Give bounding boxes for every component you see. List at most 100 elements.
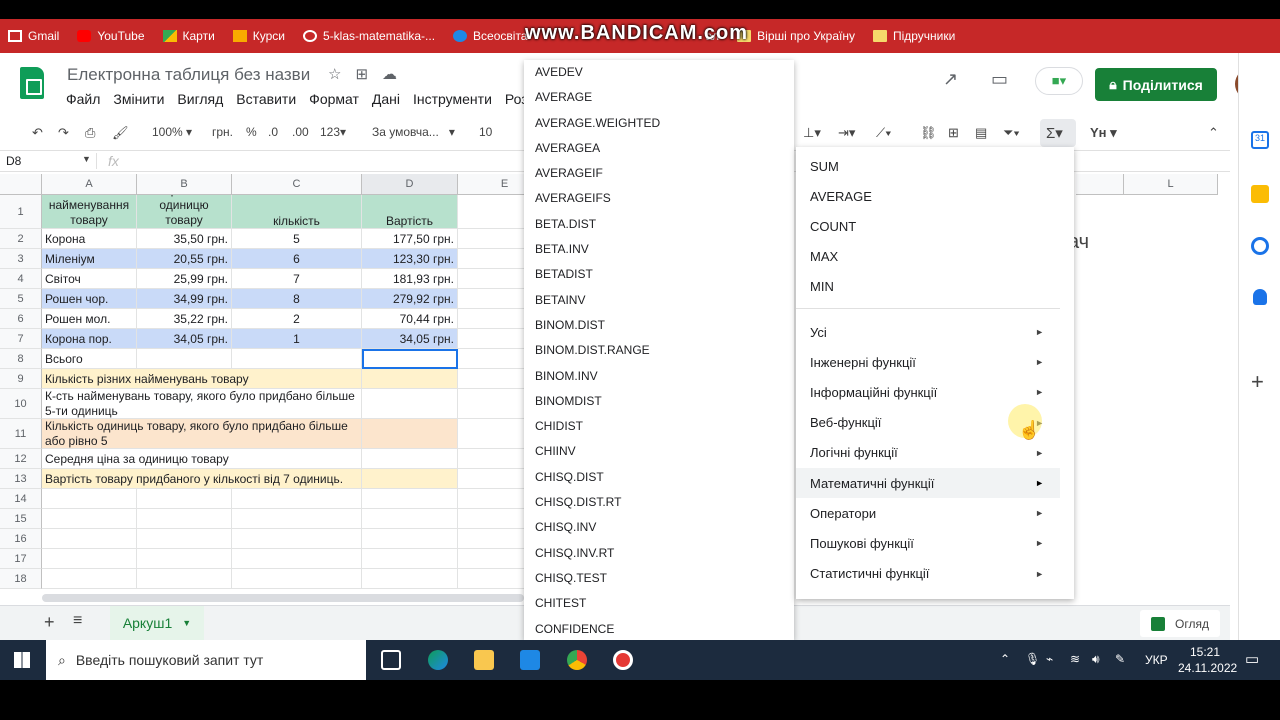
- comments-icon[interactable]: ▭: [991, 69, 1008, 90]
- bookmark-vseosvita[interactable]: Всеосвіта: [453, 29, 527, 43]
- function-item[interactable]: CHISQ.INV.RT: [524, 541, 794, 566]
- function-item[interactable]: BETADIST: [524, 262, 794, 287]
- menu-format[interactable]: Формат: [309, 91, 359, 107]
- cell-B6[interactable]: 35,22 грн.: [137, 309, 232, 329]
- cell-C6[interactable]: 2: [232, 309, 362, 329]
- microphone-icon[interactable]: 🎙︎: [1025, 652, 1040, 666]
- function-item[interactable]: AVERAGEIF: [524, 161, 794, 186]
- bookmark-poems[interactable]: Вірші про Україну: [737, 29, 855, 43]
- cell-D14[interactable]: [362, 489, 458, 509]
- decrease-decimal-button[interactable]: .0: [268, 125, 278, 139]
- column-header[interactable]: [1076, 174, 1124, 195]
- row-header[interactable]: 10: [0, 389, 42, 419]
- row-header[interactable]: 5: [0, 289, 42, 309]
- cell-D7[interactable]: 34,05 грн.: [362, 329, 458, 349]
- function-item[interactable]: BINOM.DIST: [524, 313, 794, 338]
- function-category-item[interactable]: Інформаційні функції ►: [796, 377, 1060, 407]
- cell-B17[interactable]: [137, 549, 232, 569]
- cell-B15[interactable]: [137, 509, 232, 529]
- bandicam-record-icon[interactable]: [613, 650, 633, 670]
- cell-D18[interactable]: [362, 569, 458, 589]
- function-category-item[interactable]: Логічні функції ►: [796, 438, 1060, 468]
- cell-D10[interactable]: [362, 389, 458, 419]
- cell-C3[interactable]: 6: [232, 249, 362, 269]
- function-item[interactable]: CHISQ.DIST.RT: [524, 490, 794, 515]
- input-tools-icon[interactable]: Yн ▾: [1090, 125, 1117, 141]
- function-item[interactable]: CONFIDENCE: [524, 617, 794, 640]
- file-explorer-icon[interactable]: [474, 650, 494, 670]
- currency-format-button[interactable]: грн.: [212, 125, 233, 139]
- collapse-icon[interactable]: ⌃: [1208, 125, 1219, 141]
- quick-function-sum[interactable]: SUM: [796, 151, 1060, 181]
- cell-C1[interactable]: кількість: [232, 195, 362, 229]
- taskbar-search[interactable]: ⌕ Введіть пошуковий запит тут: [46, 640, 366, 680]
- bookmark-gmail[interactable]: Gmail: [8, 29, 59, 43]
- cell-B2[interactable]: 35,50 грн.: [137, 229, 232, 249]
- windows-start-icon[interactable]: [14, 652, 30, 668]
- bookmark-courses[interactable]: Курси: [232, 29, 285, 43]
- row-header[interactable]: 3: [0, 249, 42, 269]
- sheets-logo-icon[interactable]: [20, 67, 44, 99]
- cell-D12[interactable]: [362, 449, 458, 469]
- cell-B4[interactable]: 25,99 грн.: [137, 269, 232, 289]
- function-item[interactable]: BINOM.DIST.RANGE: [524, 338, 794, 363]
- row-header[interactable]: 18: [0, 569, 42, 589]
- bookmark-maps[interactable]: Карти: [162, 29, 215, 43]
- row-header[interactable]: 1: [0, 195, 42, 229]
- cell-D8[interactable]: [362, 349, 458, 369]
- cell-A4[interactable]: Світоч: [42, 269, 137, 289]
- function-item[interactable]: CHIINV: [524, 439, 794, 464]
- function-item[interactable]: CHITEST: [524, 591, 794, 616]
- redo-icon[interactable]: ↷: [58, 125, 69, 141]
- function-category-item[interactable]: Пошукові функції ►: [796, 528, 1060, 558]
- paint-format-icon[interactable]: 🖌︎: [112, 125, 129, 141]
- wrap-icon[interactable]: ⇥▾: [838, 125, 855, 141]
- row-header[interactable]: 16: [0, 529, 42, 549]
- function-category-item[interactable]: Інженерні функції ►: [796, 347, 1060, 377]
- cell-C14[interactable]: [232, 489, 362, 509]
- menu-tools[interactable]: Інструменти: [413, 91, 492, 107]
- cell-D5[interactable]: 279,92 грн.: [362, 289, 458, 309]
- cell-A18[interactable]: [42, 569, 137, 589]
- cell-A14[interactable]: [42, 489, 137, 509]
- store-icon[interactable]: [520, 650, 540, 670]
- menu-file[interactable]: Файл: [66, 91, 100, 107]
- function-item[interactable]: AVERAGE: [524, 85, 794, 110]
- menu-view[interactable]: Вигляд: [177, 91, 223, 107]
- network-icon[interactable]: ⌁: [1046, 652, 1053, 666]
- cell-A12[interactable]: Середня ціна за одиницю товару: [42, 449, 362, 469]
- row-header[interactable]: 15: [0, 509, 42, 529]
- function-item[interactable]: CHIDIST: [524, 414, 794, 439]
- menu-insert[interactable]: Вставити: [236, 91, 296, 107]
- cell-A7[interactable]: Корона пор.: [42, 329, 137, 349]
- cloud-status-icon[interactable]: ☁: [382, 65, 397, 83]
- column-header[interactable]: B: [137, 174, 232, 195]
- row-header[interactable]: 4: [0, 269, 42, 289]
- column-header[interactable]: D: [362, 174, 458, 195]
- filter-icon[interactable]: ⏷▾: [1003, 125, 1020, 141]
- keep-icon[interactable]: [1251, 185, 1269, 203]
- cell-C4[interactable]: 7: [232, 269, 362, 289]
- name-box[interactable]: D8: [6, 154, 21, 168]
- function-item[interactable]: AVEDEV: [524, 60, 794, 85]
- cell-B16[interactable]: [137, 529, 232, 549]
- functions-button[interactable]: Σ▾: [1040, 119, 1076, 147]
- cell-A16[interactable]: [42, 529, 137, 549]
- function-category-item[interactable]: Усі ►: [796, 317, 1060, 347]
- document-title[interactable]: Електронна таблиця без назви: [67, 65, 310, 85]
- sheet-tab[interactable]: Аркуш1 ▼: [110, 606, 204, 640]
- cell-A17[interactable]: [42, 549, 137, 569]
- quick-function-count[interactable]: COUNT: [796, 211, 1060, 241]
- cell-C15[interactable]: [232, 509, 362, 529]
- cell-A3[interactable]: Міленіум: [42, 249, 137, 269]
- function-item[interactable]: BINOM.INV: [524, 364, 794, 389]
- cell-C17[interactable]: [232, 549, 362, 569]
- row-header[interactable]: 7: [0, 329, 42, 349]
- cell-D6[interactable]: 70,44 грн.: [362, 309, 458, 329]
- cell-D1[interactable]: Вартість: [362, 195, 458, 229]
- cell-C5[interactable]: 8: [232, 289, 362, 309]
- calendar-icon[interactable]: 31: [1251, 131, 1269, 149]
- cell-B18[interactable]: [137, 569, 232, 589]
- cell-A8[interactable]: Всього: [42, 349, 137, 369]
- contacts-icon[interactable]: [1253, 289, 1267, 305]
